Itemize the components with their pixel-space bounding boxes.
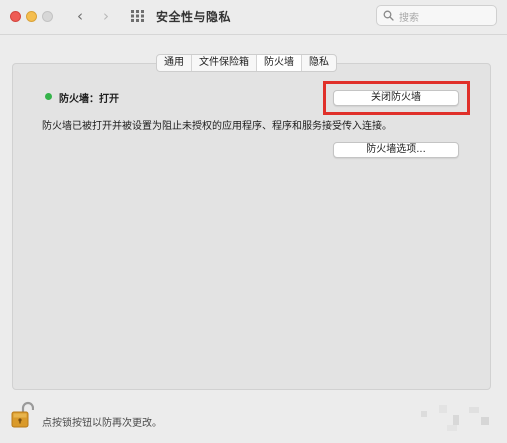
zoom-window-button[interactable] [42, 11, 53, 22]
chevron-left-icon[interactable]: ‹ [72, 6, 88, 26]
watermark-noise [421, 405, 489, 431]
window-title: 安全性与隐私 [156, 10, 232, 24]
search-placeholder: 搜索 [399, 13, 419, 24]
tab-bar: 通用 文件保险箱 防火墙 隐私 [156, 54, 337, 72]
lock-icon[interactable] [10, 401, 34, 429]
firewall-panel [12, 63, 491, 390]
firewall-options-button[interactable]: 防火墙选项... [333, 142, 459, 158]
firewall-status-label: 防火墙：打开 [59, 94, 119, 105]
close-window-button[interactable] [10, 11, 21, 22]
magnifier-icon [383, 10, 394, 21]
tab-privacy[interactable]: 隐私 [302, 55, 336, 71]
toolbar: ‹ › 安全性与隐私 搜索 [0, 0, 507, 35]
lock-hint-text: 点按锁按钮以防再次更改。 [42, 418, 162, 429]
firewall-description: 防火墙已被打开并被设置为阻止未授权的应用程序、程序和服务接受传入连接。 [42, 121, 392, 132]
turn-off-firewall-button[interactable]: 关闭防火墙 [333, 90, 459, 106]
minimize-window-button[interactable] [26, 11, 37, 22]
tab-general[interactable]: 通用 [157, 55, 192, 71]
preferences-window: ‹ › 安全性与隐私 搜索 通用 文件保险箱 防火墙 隐私 防火墙：打开 关闭防… [0, 0, 507, 443]
grid-icon[interactable] [130, 9, 146, 23]
search-input[interactable]: 搜索 [376, 5, 497, 26]
chevron-right-icon[interactable]: › [98, 6, 114, 26]
firewall-status-indicator [45, 93, 52, 100]
tab-filevault[interactable]: 文件保险箱 [192, 55, 257, 71]
tab-firewall[interactable]: 防火墙 [257, 55, 302, 71]
